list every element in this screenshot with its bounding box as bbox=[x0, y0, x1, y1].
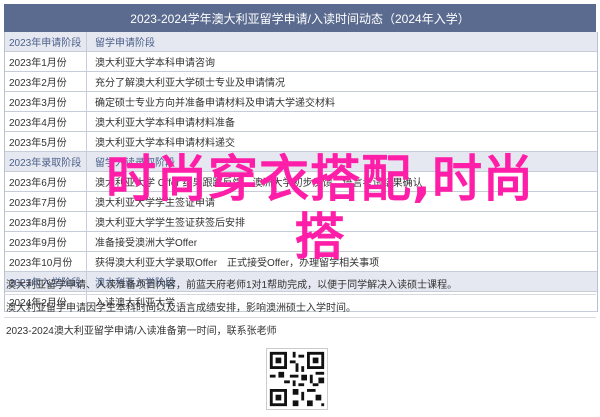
row-text: 澳大利亚大学本科申请咨询 bbox=[95, 58, 215, 69]
row-text: 留学申请阶段 bbox=[95, 38, 155, 49]
row-text: 澳大利亚大学本科申请材料准备 bbox=[95, 118, 235, 129]
table-row: 2023年2月份 充分了解澳大利亚大学硕士专业及申请情况 bbox=[5, 72, 597, 92]
table-row: 2023年5月份 澳大利亚大学本科申请材料递交 bbox=[5, 132, 597, 152]
row-date: 2023年2月份 bbox=[5, 72, 87, 91]
row-date: 2023年10月份 bbox=[5, 252, 87, 271]
table-row: 2023年4月份 澳大利亚大学本科申请材料准备 bbox=[5, 112, 597, 132]
row-text: 充分了解澳大利亚大学硕士专业及申请情况 bbox=[95, 78, 285, 89]
table-row: 2023年1月份 澳大利亚大学本科申请咨询 bbox=[5, 52, 597, 72]
row-date: 2023年1月份 bbox=[5, 52, 87, 71]
footer: 澳大利亚留学申请、入读准备项目内容，前蓝天府老师1对1帮助完成，以便于同学解决入… bbox=[4, 272, 596, 340]
row-date: 2023年9月份 bbox=[5, 232, 87, 251]
footer-line-3: 2023-2024澳大利亚留学申请/入读准备第一时间，联系张老师 bbox=[6, 325, 277, 337]
page: 2023-2024学年澳大利亚留学申请/入读时间动态（2024年入学） 2023… bbox=[0, 0, 600, 417]
row-date: 2023年申请阶段 bbox=[5, 32, 87, 51]
row-text: 确定硕士专业方向并准备申请材料及申请大学递交材料 bbox=[95, 98, 335, 109]
row-date: 2023年5月份 bbox=[5, 132, 87, 151]
page-title-banner: 2023-2024学年澳大利亚留学申请/入读时间动态（2024年入学） bbox=[4, 4, 596, 32]
row-date: 2023年8月份 bbox=[5, 212, 87, 231]
footer-line-2: 澳大利亚留学申请因学生本科时间以及语言成绩安排，影响澳洲硕士入学时间。 bbox=[4, 295, 596, 318]
row-date: 2023年4月份 bbox=[5, 112, 87, 131]
row-date: 2023年3月份 bbox=[5, 92, 87, 111]
table-row: 2023年3月份 确定硕士专业方向并准备申请材料及申请大学递交材料 bbox=[5, 92, 597, 112]
footer-line-1: 澳大利亚留学申请、入读准备项目内容，前蓝天府老师1对1帮助完成，以便于同学解决入… bbox=[4, 272, 596, 295]
row-date: 2023年7月份 bbox=[5, 192, 87, 211]
qr-code-graphic bbox=[267, 349, 327, 409]
overlay-title: 时尚穿衣搭配,时尚搭 bbox=[106, 150, 534, 266]
qr-code bbox=[266, 348, 328, 410]
table-section-row: 2023年申请阶段 留学申请阶段 bbox=[5, 32, 597, 52]
row-date: 2023年6月份 bbox=[5, 172, 87, 191]
row-text: 澳大利亚大学本科申请材料递交 bbox=[95, 138, 235, 149]
row-date: 2023年录取阶段 bbox=[5, 152, 87, 171]
